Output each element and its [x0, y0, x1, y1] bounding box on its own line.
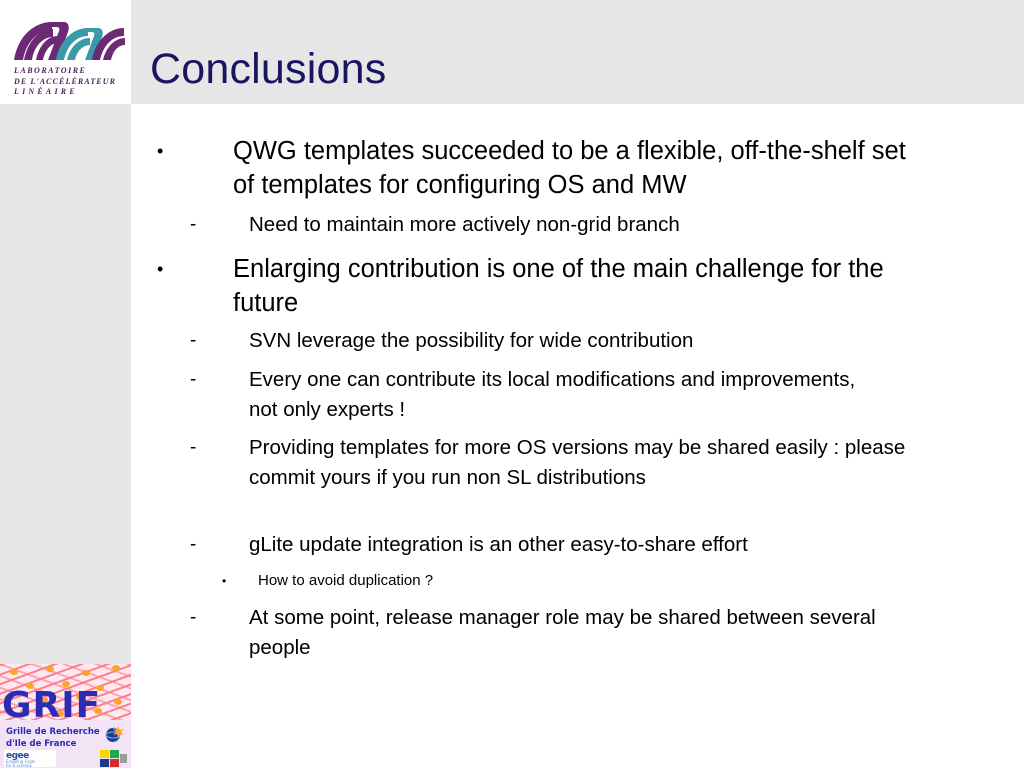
bullet-marker: -: [190, 214, 197, 235]
bullet-text: Every one can contribute its local modif…: [249, 368, 856, 421]
bullet-text: Need to maintain more actively non-grid …: [249, 213, 680, 236]
bullet-level2: - SVN leverage the possibility for wide …: [190, 326, 930, 356]
bullet-level3: • How to avoid duplication ?: [222, 569, 822, 593]
slide-footer: 28/10/202117/3/2008 QWG Templates Status…: [0, 664, 1024, 768]
bullet-text: gLite update integration is an other eas…: [249, 533, 748, 556]
bullet-text: How to avoid duplication ?: [258, 572, 434, 589]
bullet-marker: -: [190, 534, 197, 555]
lal-mark-icon: [14, 22, 125, 60]
bullet-text: Enlarging contribution is one of the mai…: [233, 255, 884, 317]
bullet-level2: - Need to maintain more actively non-gri…: [190, 210, 930, 240]
bullet-text: QWG templates succeeded to be a flexible…: [233, 137, 906, 199]
slide-sidebar: [0, 104, 131, 664]
slide-canvas: LABORATOIRE DE L'ACCÉLÉRATEUR LINÉAIRE C…: [0, 0, 1024, 768]
bullet-marker: -: [190, 437, 197, 458]
bullet-level1: • Enlarging contribution is one of the m…: [157, 252, 947, 320]
bullet-marker: -: [190, 369, 197, 390]
page-title: Conclusions: [150, 45, 387, 93]
bullet-level1: • QWG templates succeeded to be a flexib…: [157, 134, 917, 202]
lal-logo: LABORATOIRE DE L'ACCÉLÉRATEUR LINÉAIRE: [8, 18, 126, 98]
bullet-level2: - Every one can contribute its local mod…: [190, 365, 885, 425]
bullet-level2: - Providing templates for more OS versio…: [190, 433, 955, 493]
lal-line-1: LABORATOIRE: [14, 66, 87, 75]
bullet-text: Providing templates for more OS versions…: [249, 436, 906, 489]
bullet-marker: •: [157, 141, 164, 161]
lal-logo-text: LABORATOIRE DE L'ACCÉLÉRATEUR LINÉAIRE: [14, 66, 126, 98]
slide-body: • QWG templates succeeded to be a flexib…: [131, 104, 1024, 664]
bullet-marker: •: [222, 574, 227, 588]
bullet-text: SVN leverage the possibility for wide co…: [249, 329, 694, 352]
bullet-level2: - gLite update integration is an other e…: [190, 530, 955, 560]
bullet-text: At some point, release manager role may …: [249, 606, 876, 659]
bullet-level2: - At some point, release manager role ma…: [190, 603, 910, 663]
lal-line-2: DE L'ACCÉLÉRATEUR: [14, 76, 117, 86]
lal-logo-box: LABORATOIRE DE L'ACCÉLÉRATEUR LINÉAIRE: [0, 0, 131, 104]
lal-line-3: LINÉAIRE: [14, 87, 78, 96]
bullet-marker: -: [190, 607, 197, 628]
bullet-marker: •: [157, 259, 164, 279]
bullet-marker: -: [190, 330, 197, 351]
